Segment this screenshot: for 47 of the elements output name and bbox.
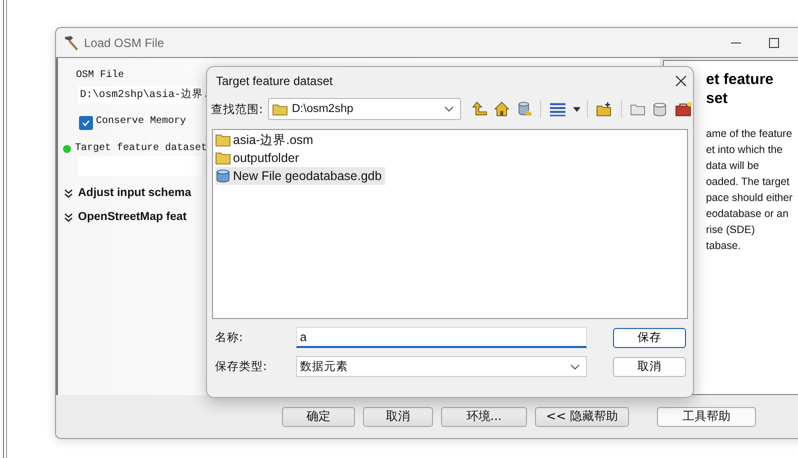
field-label: OSM File bbox=[76, 70, 124, 81]
list-view-icon[interactable] bbox=[549, 101, 566, 117]
up-arrow-icon[interactable] bbox=[472, 101, 488, 117]
file-list-item[interactable]: New File geodatabase.gdb bbox=[215, 167, 385, 185]
checkbox-label: Conserve Memory bbox=[96, 116, 186, 127]
caret-icon[interactable] bbox=[572, 106, 580, 112]
database-icon bbox=[215, 169, 231, 183]
checkbox[interactable] bbox=[79, 116, 93, 130]
type-label: 保存类型: bbox=[215, 359, 268, 374]
maximize-icon[interactable] bbox=[768, 36, 780, 48]
chevron-icon[interactable] bbox=[64, 188, 73, 198]
cancel-button[interactable]: 取消 bbox=[613, 356, 686, 376]
file-list-item[interactable]: outputfolder bbox=[215, 149, 302, 167]
name-label: 名称: bbox=[215, 330, 244, 345]
dialog-title: Target feature dataset bbox=[216, 74, 333, 88]
file-list-item[interactable]: asia-边界.osm bbox=[215, 131, 316, 149]
dialog-button[interactable]: << 隐藏帮助 bbox=[535, 406, 629, 426]
dialog-button[interactable]: 取消 bbox=[363, 406, 433, 426]
type-dropdown[interactable]: 数据元素 bbox=[296, 356, 587, 377]
name-field[interactable]: a bbox=[296, 327, 587, 348]
field-label: Target feature dataset bbox=[75, 143, 208, 154]
look-in-label: 查找范围: bbox=[211, 102, 263, 116]
chevron-down-icon bbox=[570, 364, 580, 370]
section-header[interactable]: OpenStreetMap feat bbox=[78, 211, 187, 223]
database-icon[interactable] bbox=[516, 101, 532, 117]
database-icon[interactable] bbox=[652, 101, 668, 117]
dialog-button[interactable]: 工具帮助 bbox=[657, 406, 756, 426]
home-icon[interactable] bbox=[494, 101, 510, 117]
toolbox-icon[interactable] bbox=[674, 101, 692, 117]
close-icon[interactable] bbox=[675, 75, 687, 87]
help-text: ame of the feature et into which the data will be oaded. The target pace should either eodatabase or an rise (SDE) tabase. bbox=[706, 127, 794, 254]
folder-icon bbox=[215, 133, 231, 147]
help-title: et feature set bbox=[706, 70, 775, 108]
folder-icon bbox=[215, 151, 231, 165]
dialog-button[interactable]: 环境... bbox=[441, 406, 527, 426]
hammer-icon bbox=[62, 34, 80, 52]
checkmark-icon bbox=[81, 118, 91, 128]
look-in-dropdown[interactable]: D:\osm2shp bbox=[268, 98, 461, 120]
chevron-icon[interactable] bbox=[64, 212, 73, 222]
dialog-button[interactable]: 确定 bbox=[282, 406, 355, 426]
new-folder-icon[interactable] bbox=[596, 101, 613, 117]
window-title: Load OSM File bbox=[84, 36, 164, 50]
save-button[interactable]: 保存 bbox=[613, 328, 686, 348]
folder-icon bbox=[272, 102, 288, 116]
section-header[interactable]: Adjust input schema bbox=[78, 187, 192, 199]
chevron-down-icon bbox=[444, 106, 454, 112]
target-dataset-field[interactable] bbox=[78, 156, 202, 176]
